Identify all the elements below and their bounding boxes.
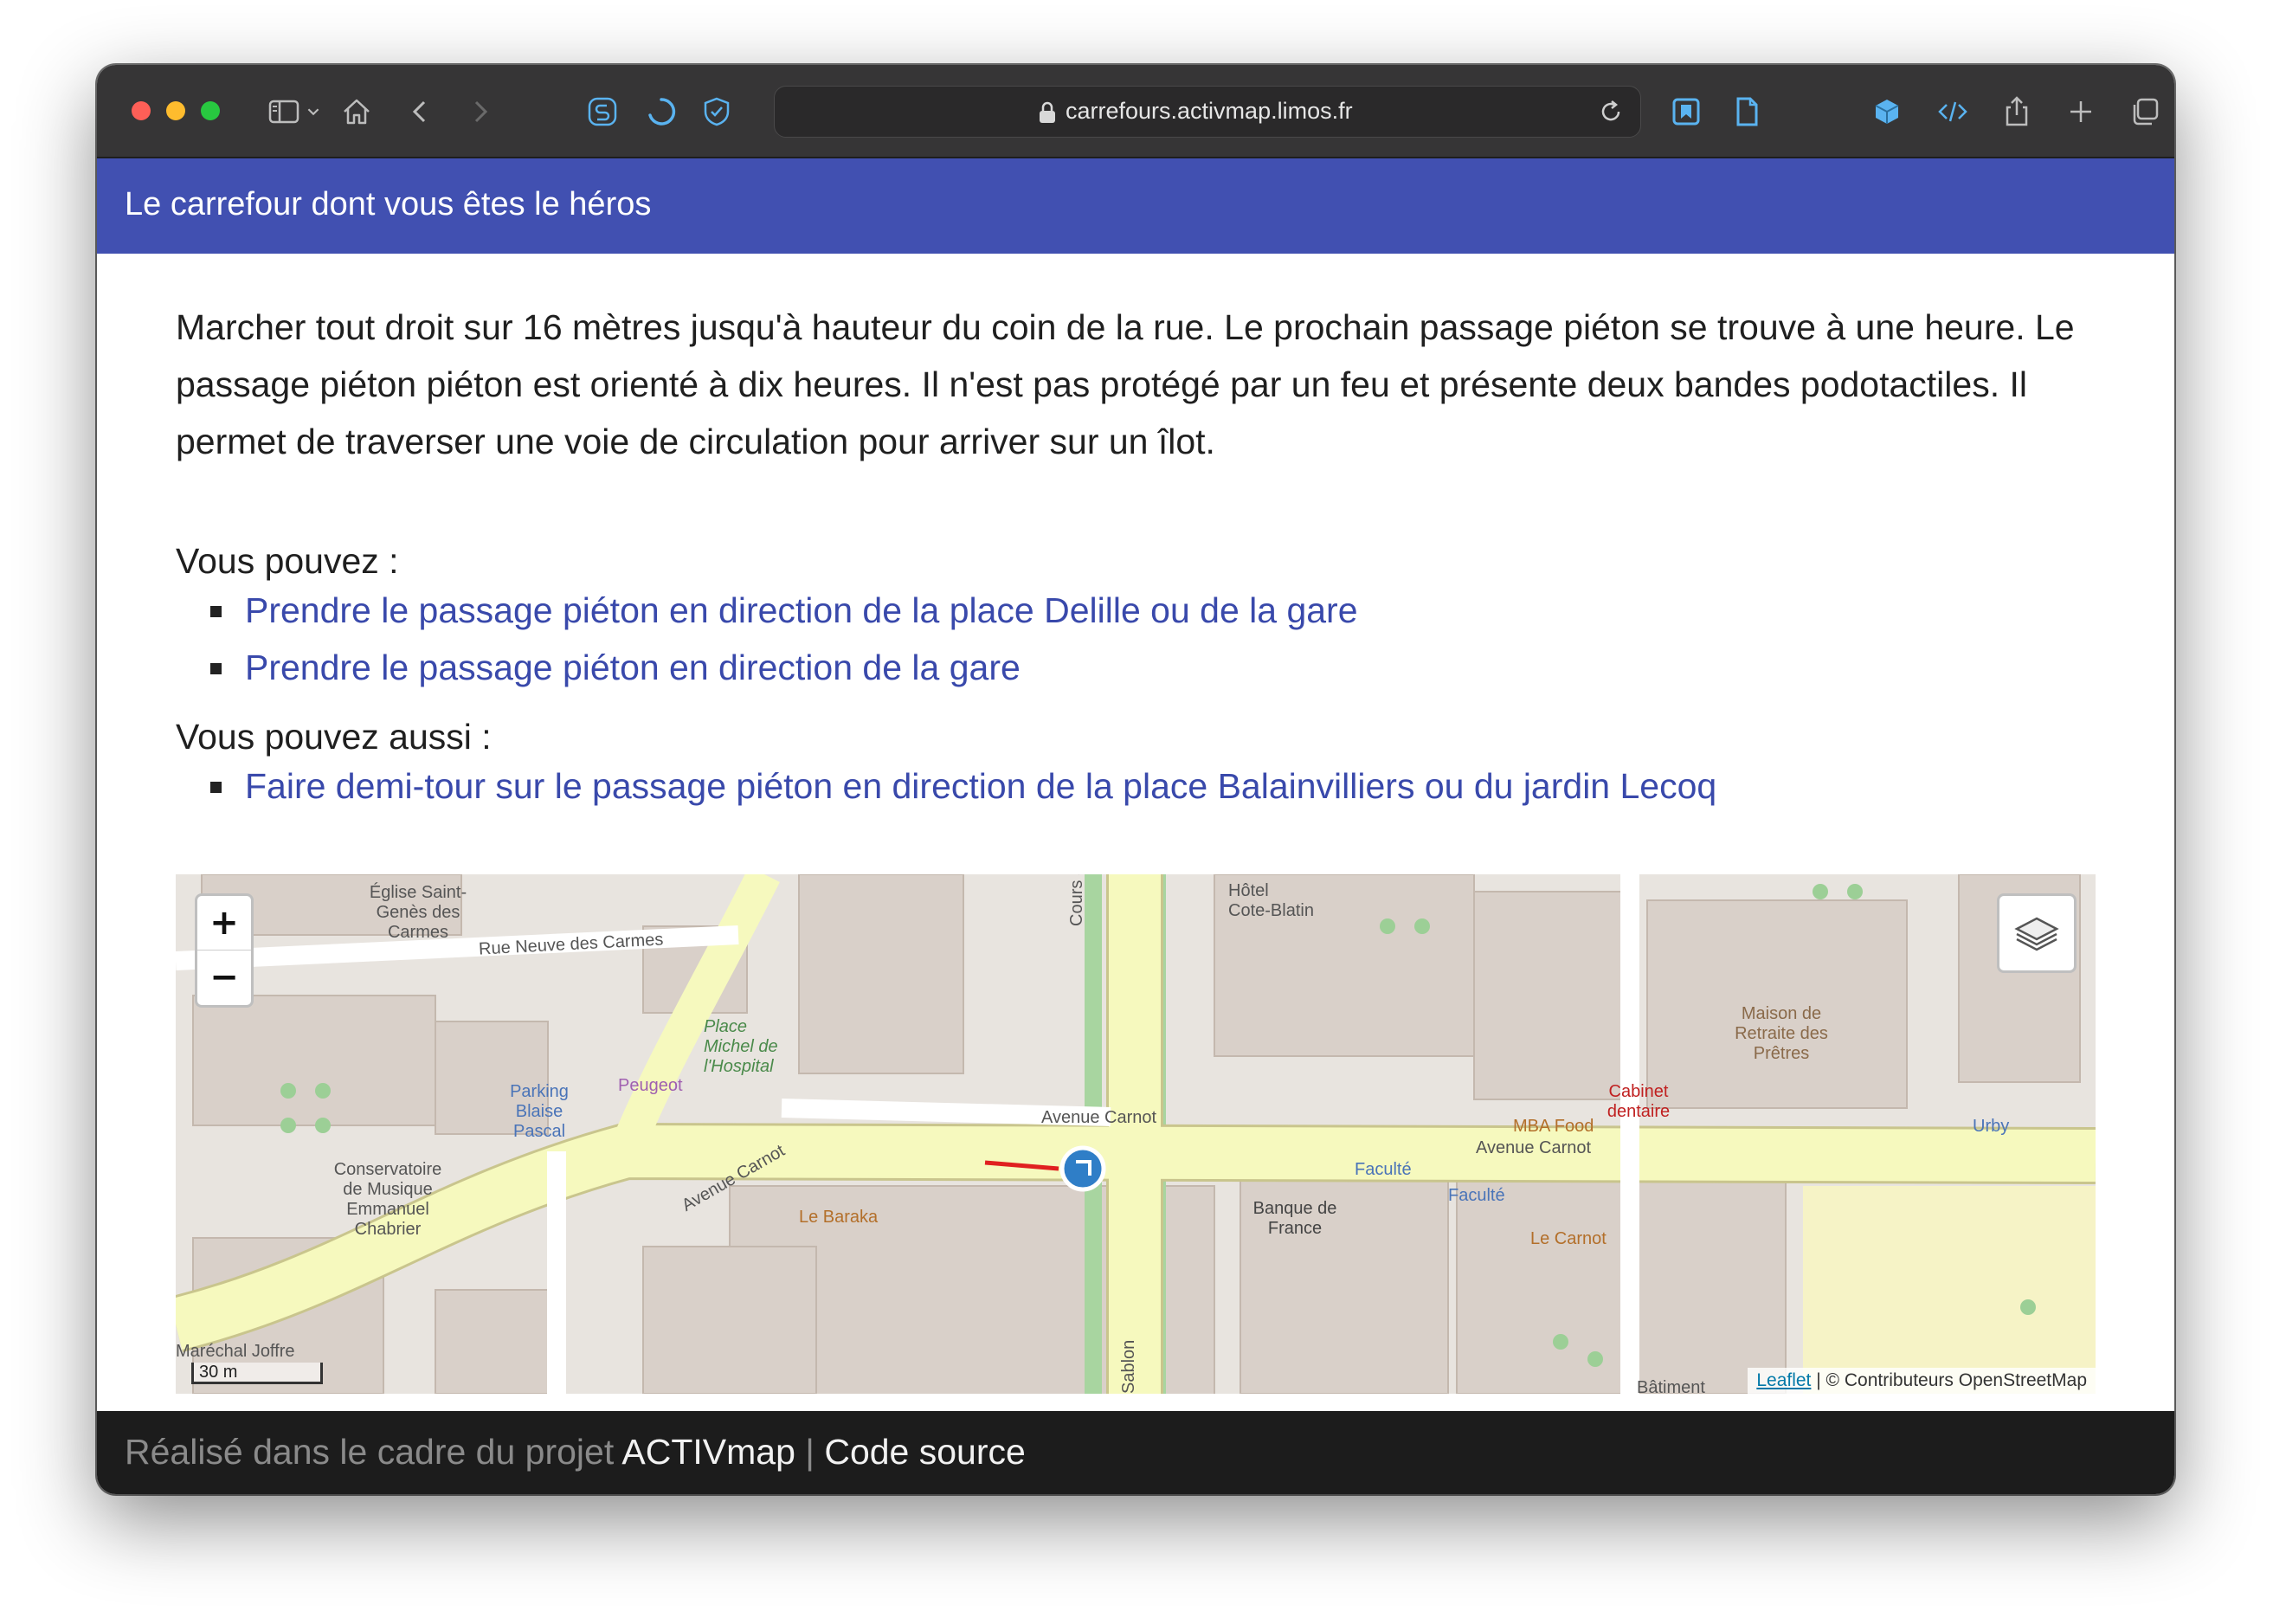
map-label-faculte-1: Faculté [1355,1160,1412,1179]
alternatives-list: Faire demi-tour sur le passage piéton en… [176,757,2097,815]
map-label-cabinet-dentaire: Cabinet dentaire [1607,1082,1671,1121]
choice-link-demi-tour[interactable]: Faire demi-tour sur le passage piéton en… [245,766,1716,806]
map-attribution: Leaflet | © Contributeurs OpenStreetMap [1748,1368,2096,1394]
address-bar[interactable]: carrefours.activmap.limos.fr [774,86,1641,138]
footer: Réalisé dans le cadre du projet ACTIVmap… [97,1411,2174,1494]
new-tab-icon[interactable] [2062,93,2100,131]
code-icon[interactable] [1934,93,1972,131]
map-label-banque-de-france: Banque de France [1252,1199,1337,1238]
map-label-sablon: Sablon [1119,1339,1138,1394]
home-icon[interactable] [338,93,376,131]
lock-icon [1040,101,1055,123]
map-label-le-carnot: Le Carnot [1530,1229,1607,1248]
choice-link-delille-gare[interactable]: Prendre le passage piéton en direction d… [245,590,1358,630]
map-label-cours-sablon: Cours Sablon [1067,874,1087,926]
forward-icon[interactable] [460,93,499,131]
map-label-faculte-2: Faculté [1448,1186,1505,1205]
activmap-link[interactable]: ACTIVmap [621,1432,795,1472]
map-label-place-michel: Place Michel de l'Hospital [704,1017,778,1076]
close-window-button[interactable] [132,101,151,120]
map-label-le-baraka: Le Baraka [799,1208,879,1227]
map-label-hotel: Hôtel Cote-Blatin [1228,881,1314,920]
choices-label: Vous pouvez : [176,541,399,581]
map-label-avenue-carnot-east: Avenue Carnot [1476,1138,1592,1157]
reader-mode-icon[interactable] [1667,93,1705,131]
map-label-batiment: Bâtiment [1637,1378,1705,1394]
list-item: Prendre le passage piéton en direction d… [176,582,2097,639]
back-icon[interactable] [402,93,440,131]
footer-separator: | [805,1432,815,1472]
minimize-window-button[interactable] [166,101,185,120]
map-label-avenue-carnot-west: Avenue Carnot [1041,1108,1157,1127]
map-label-maison-retraite: Maison de Retraite des Prêtres [1735,1004,1828,1063]
map-label-conservatoire: Conservatoire de Musique Emmanuel Chabri… [333,1160,442,1239]
list-item: Faire demi-tour sur le passage piéton en… [176,757,2097,815]
attribution-text: | © Contributeurs OpenStreetMap [1816,1370,2087,1390]
footer-prefix: Réalisé dans le cadre du projet [125,1432,615,1472]
list-item: Prendre le passage piéton en direction d… [176,639,2097,696]
layers-button[interactable] [1997,893,2077,973]
app-title: Le carrefour dont vous êtes le héros [125,186,652,222]
zoom-out-button[interactable]: − [197,951,251,1004]
map-tiles [176,874,2096,1394]
share-icon[interactable] [1998,93,2036,131]
map-label-eglise: Église Saint-Genès des Carmes [369,883,467,942]
layers-icon [2014,917,2059,951]
reload-icon[interactable] [1597,98,1625,126]
browser-window: carrefours.activmap.limos.fr Le carrefou… [97,65,2174,1494]
map-label-mba-food: MBA Food [1513,1117,1594,1136]
url-text: carrefours.activmap.limos.fr [1066,98,1353,124]
source-code-link[interactable]: Code source [824,1432,1025,1472]
map-label-parking: Parking Blaise Pascal [510,1082,569,1141]
page-icon[interactable] [1728,93,1766,131]
choice-link-gare[interactable]: Prendre le passage piéton en direction d… [245,648,1021,687]
map-label-urby: Urby [1973,1117,2010,1136]
sidebar-icon[interactable] [265,93,303,131]
zoom-control: + − [195,893,254,1008]
alternatives-label: Vous pouvez aussi : [176,717,492,757]
leaflet-link[interactable]: Leaflet [1756,1370,1811,1390]
instruction-text: Marcher tout droit sur 16 mètres jusqu'à… [176,307,2075,461]
main-content: Marcher tout droit sur 16 mètres jusqu'à… [176,299,2097,815]
browser-toolbar: carrefours.activmap.limos.fr [97,65,2174,158]
map-label-marechal-joffre: Maréchal Joffre [176,1342,295,1361]
app-header: Le carrefour dont vous êtes le héros [97,158,2174,254]
map-view[interactable]: Avenue Carnot Avenue Carnot Avenue Carno… [176,874,2096,1394]
choices-list: Prendre le passage piéton en direction d… [176,582,2097,696]
zoom-in-button[interactable]: + [197,896,251,951]
cube-extension-icon[interactable] [1868,93,1906,131]
shield-icon[interactable] [698,93,736,131]
loading-extension-icon[interactable] [642,93,680,131]
map-label-peugeot: Peugeot [618,1076,683,1095]
zoom-window-button[interactable] [201,101,220,120]
map-scale: 30 m [191,1363,323,1384]
extension-s-icon[interactable] [583,93,621,131]
tab-overview-icon[interactable] [2126,93,2164,131]
chevron-down-icon[interactable] [301,93,325,131]
